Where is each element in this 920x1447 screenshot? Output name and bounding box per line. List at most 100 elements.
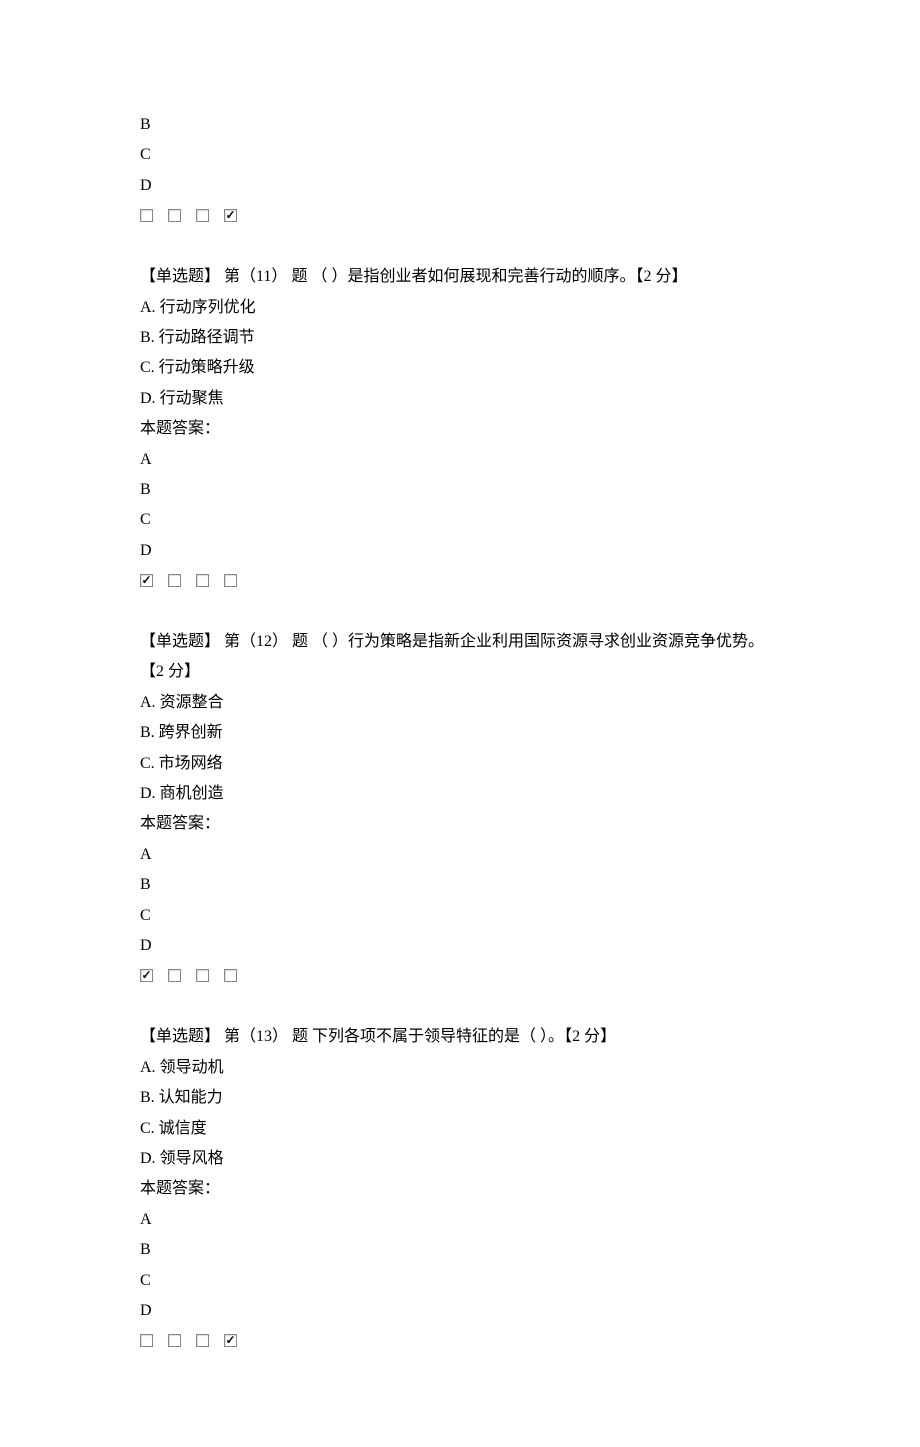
- option-label: D.: [140, 390, 160, 407]
- answer-checkbox[interactable]: [140, 969, 153, 982]
- answer-label: 本题答案：: [140, 809, 780, 839]
- option: A. 领导动机: [140, 1053, 780, 1083]
- question-number-prefix: 第（13）: [224, 1028, 288, 1045]
- option: C. 诚信度: [140, 1114, 780, 1144]
- option-label: C.: [140, 359, 159, 376]
- option: B. 跨界创新: [140, 718, 780, 748]
- options-list: A. 行动序列优化B. 行动路径调节C. 行动策略升级D. 行动聚焦: [140, 293, 780, 415]
- partial-answer-letters: B C D: [140, 110, 780, 201]
- answer-letter: C: [140, 901, 780, 931]
- answer-checkbox[interactable]: [196, 574, 209, 587]
- question-block: 【单选题】 第（11） 题 （ ）是指创业者如何展现和完善行动的顺序。【2 分】…: [140, 262, 780, 587]
- question-type-label: 【单选题】: [140, 268, 220, 285]
- option-label: A.: [140, 299, 160, 316]
- answer-checkbox[interactable]: [168, 574, 181, 587]
- answer-letter: B: [140, 1235, 780, 1265]
- option-text: 行动聚焦: [160, 390, 224, 407]
- option: C. 市场网络: [140, 749, 780, 779]
- answer-checkbox[interactable]: [168, 1334, 181, 1347]
- answer-letter: D: [140, 931, 780, 961]
- option-text: 跨界创新: [159, 724, 223, 741]
- option-text: 资源整合: [160, 694, 224, 711]
- question-number-prefix: 第（12）: [224, 633, 288, 650]
- answer-checkbox[interactable]: [140, 574, 153, 587]
- option-text: 商机创造: [160, 785, 224, 802]
- answer-letter: C: [140, 505, 780, 535]
- checkbox-row: [140, 574, 780, 587]
- option-label: B.: [140, 1089, 159, 1106]
- answer-checkbox[interactable]: [168, 969, 181, 982]
- option-text: 行动序列优化: [160, 299, 256, 316]
- answer-checkbox[interactable]: [224, 969, 237, 982]
- checkbox-row: [140, 1334, 780, 1347]
- option-text: 领导动机: [160, 1059, 224, 1076]
- option-label: B.: [140, 329, 159, 346]
- answer-checkbox[interactable]: [224, 209, 237, 222]
- question-text: 【单选题】 第（12） 题 （ ）行为策略是指新企业利用国际资源寻求创业资源竞争…: [140, 627, 780, 688]
- question-number-suffix: 题: [292, 633, 308, 650]
- answer-checkbox[interactable]: [224, 574, 237, 587]
- option-label: D.: [140, 785, 160, 802]
- option-text: 诚信度: [159, 1120, 207, 1137]
- option-text: 行动路径调节: [159, 329, 255, 346]
- question-number-prefix: 第（11）: [224, 268, 287, 285]
- answer-letter: C: [140, 1266, 780, 1296]
- question-body: 下列各项不属于领导特征的是（ ）。: [312, 1028, 564, 1045]
- answer-checkbox[interactable]: [196, 209, 209, 222]
- option-label: D.: [140, 1150, 160, 1167]
- question-text: 【单选题】 第（11） 题 （ ）是指创业者如何展现和完善行动的顺序。【2 分】: [140, 262, 780, 292]
- answer-letters: ABCD: [140, 1205, 780, 1327]
- question-points: 【2 分】: [140, 663, 200, 680]
- option-text: 认知能力: [159, 1089, 223, 1106]
- option-label: A.: [140, 694, 160, 711]
- option-text: 行动策略升级: [159, 359, 255, 376]
- option-label: C.: [140, 1120, 159, 1137]
- option: D. 商机创造: [140, 779, 780, 809]
- answer-letter: B: [140, 110, 780, 140]
- option: B. 行动路径调节: [140, 323, 780, 353]
- answer-letters: ABCD: [140, 840, 780, 962]
- question-number-suffix: 题: [291, 268, 307, 285]
- answer-letter: D: [140, 171, 780, 201]
- option-text: 市场网络: [159, 755, 223, 772]
- answer-letter: A: [140, 840, 780, 870]
- option: A. 资源整合: [140, 688, 780, 718]
- answer-letters: ABCD: [140, 445, 780, 567]
- answer-letter: B: [140, 475, 780, 505]
- option: B. 认知能力: [140, 1083, 780, 1113]
- option: D. 行动聚焦: [140, 384, 780, 414]
- options-list: A. 领导动机B. 认知能力C. 诚信度D. 领导风格: [140, 1053, 780, 1175]
- options-list: A. 资源整合B. 跨界创新C. 市场网络D. 商机创造: [140, 688, 780, 810]
- question-points: 【2 分】: [635, 268, 687, 285]
- answer-letter: C: [140, 140, 780, 170]
- question-body: （ ）行为策略是指新企业利用国际资源寻求创业资源竞争优势。: [312, 633, 764, 650]
- answer-letter: D: [140, 1296, 780, 1326]
- answer-checkbox[interactable]: [168, 209, 181, 222]
- option: C. 行动策略升级: [140, 353, 780, 383]
- option: D. 领导风格: [140, 1144, 780, 1174]
- answer-checkbox[interactable]: [224, 1334, 237, 1347]
- option: A. 行动序列优化: [140, 293, 780, 323]
- question-type-label: 【单选题】: [140, 633, 220, 650]
- option-text: 领导风格: [160, 1150, 224, 1167]
- question-type-label: 【单选题】: [140, 1028, 220, 1045]
- question-block: 【单选题】 第（13） 题 下列各项不属于领导特征的是（ ）。【2 分】 A. …: [140, 1022, 780, 1347]
- answer-checkbox[interactable]: [196, 1334, 209, 1347]
- answer-letter: B: [140, 870, 780, 900]
- checkbox-row: [140, 969, 780, 982]
- answer-label: 本题答案：: [140, 414, 780, 444]
- option-label: C.: [140, 755, 159, 772]
- answer-letter: D: [140, 536, 780, 566]
- partial-checkbox-row: [140, 209, 780, 222]
- question-text: 【单选题】 第（13） 题 下列各项不属于领导特征的是（ ）。【2 分】: [140, 1022, 780, 1052]
- answer-checkbox[interactable]: [140, 209, 153, 222]
- option-label: B.: [140, 724, 159, 741]
- question-points: 【2 分】: [564, 1028, 616, 1045]
- question-block: 【单选题】 第（12） 题 （ ）行为策略是指新企业利用国际资源寻求创业资源竞争…: [140, 627, 780, 982]
- answer-letter: A: [140, 445, 780, 475]
- answer-checkbox[interactable]: [140, 1334, 153, 1347]
- answer-label: 本题答案：: [140, 1174, 780, 1204]
- answer-checkbox[interactable]: [196, 969, 209, 982]
- option-label: A.: [140, 1059, 160, 1076]
- answer-letter: A: [140, 1205, 780, 1235]
